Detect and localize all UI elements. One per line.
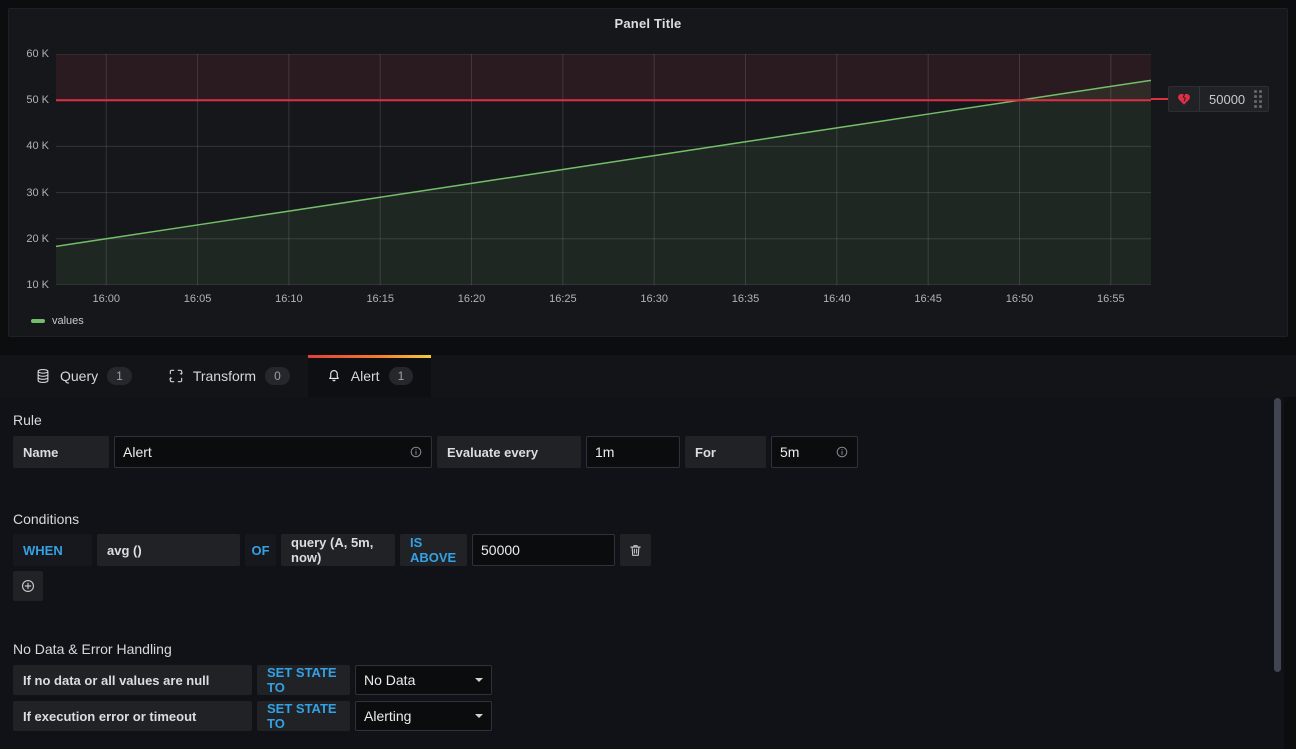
x-axis-label: 16:05	[170, 293, 226, 305]
y-axis-label: 10 K	[9, 279, 49, 291]
vertical-scrollbar[interactable]	[1274, 398, 1281, 672]
legend-item-values[interactable]: values	[31, 315, 84, 327]
legend-label: values	[52, 315, 84, 327]
error-condition-label: If execution error or timeout	[13, 701, 252, 731]
error-row: If execution error or timeout SET STATE …	[13, 701, 1284, 731]
caret-down-icon	[475, 714, 483, 718]
x-axis-label: 16:40	[809, 293, 865, 305]
for-input[interactable]: 5m	[771, 436, 858, 468]
y-axis-label: 40 K	[9, 140, 49, 152]
threshold-value-label: 50000	[1200, 87, 1254, 111]
caret-down-icon	[475, 678, 483, 682]
x-axis-label: 16:55	[1083, 293, 1139, 305]
alert-tab-content: Rule Name Alert Evaluate every 1m For 5m…	[0, 397, 1284, 749]
tab-query-count: 1	[107, 367, 132, 385]
editor-tab-bar: Query 1 Transform 0 Alert 1	[0, 355, 1296, 397]
condition-evaluator-segment[interactable]: IS ABOVE	[400, 534, 467, 566]
tab-alert[interactable]: Alert 1	[308, 355, 431, 397]
timeseries-chart	[56, 54, 1151, 285]
x-axis-label: 16:00	[78, 293, 134, 305]
error-state-select[interactable]: Alerting	[355, 701, 492, 731]
condition-when-segment[interactable]: WHEN	[13, 534, 92, 566]
x-axis-label: 16:35	[718, 293, 774, 305]
tab-transform-label: Transform	[193, 368, 256, 384]
y-axis-label: 60 K	[9, 48, 49, 60]
condition-of-segment[interactable]: OF	[245, 534, 276, 566]
tab-query[interactable]: Query 1	[17, 355, 150, 397]
x-axis-label: 16:20	[444, 293, 500, 305]
x-axis-label: 16:10	[261, 293, 317, 305]
evaluate-every-input[interactable]: 1m	[586, 436, 680, 468]
bell-icon	[326, 368, 342, 384]
chart-area: 10 K 20 K 30 K 40 K 50 K 60 K 16:00 16:05 16:10 1…	[9, 9, 1287, 336]
x-axis-label: 16:30	[626, 293, 682, 305]
y-axis-label: 50 K	[9, 94, 49, 106]
timeseries-panel: Panel Title 10 K20 K30 K40 K50 K60 K16:0…	[8, 8, 1288, 337]
nodata-set-state-segment[interactable]: SET STATE TO	[257, 665, 350, 695]
tab-alert-label: Alert	[351, 368, 380, 384]
heart-break-icon	[1169, 87, 1200, 111]
nodata-condition-label: If no data or all values are null	[13, 665, 252, 695]
info-icon	[409, 445, 423, 459]
tab-transform[interactable]: Transform 0	[150, 355, 308, 397]
rule-section-header: Rule	[13, 412, 1284, 428]
tab-transform-count: 0	[265, 367, 290, 385]
evaluate-every-label: Evaluate every	[437, 436, 581, 468]
threshold-badge[interactable]: 50000	[1168, 86, 1269, 112]
condition-query-segment[interactable]: query (A, 5m, now)	[281, 534, 395, 566]
nodata-section-header: No Data & Error Handling	[13, 641, 1284, 657]
condition-row: WHEN avg () OF query (A, 5m, now) IS ABO…	[13, 534, 1284, 566]
database-icon	[35, 368, 51, 384]
rule-name-input[interactable]: Alert	[114, 436, 432, 468]
delete-condition-button[interactable]	[620, 534, 651, 566]
add-condition-button[interactable]	[13, 571, 43, 601]
x-axis-label: 16:50	[991, 293, 1047, 305]
drag-handle-icon[interactable]	[1254, 87, 1268, 111]
process-icon	[168, 368, 184, 384]
name-label: Name	[13, 436, 109, 468]
trash-icon	[628, 543, 643, 558]
tab-alert-count: 1	[389, 367, 414, 385]
legend-color-dash	[31, 319, 45, 323]
x-axis-label: 16:15	[352, 293, 408, 305]
y-axis-label: 20 K	[9, 233, 49, 245]
condition-threshold-input[interactable]: 50000	[472, 534, 615, 566]
x-axis-label: 16:25	[535, 293, 591, 305]
info-icon	[835, 445, 849, 459]
y-axis-label: 30 K	[9, 187, 49, 199]
rule-row: Name Alert Evaluate every 1m For 5m	[13, 436, 1284, 468]
circle-plus-icon	[20, 578, 36, 594]
conditions-section-header: Conditions	[13, 511, 1284, 527]
for-label: For	[685, 436, 766, 468]
x-axis-label: 16:45	[900, 293, 956, 305]
tab-query-label: Query	[60, 368, 98, 384]
error-set-state-segment[interactable]: SET STATE TO	[257, 701, 350, 731]
nodata-row: If no data or all values are null SET ST…	[13, 665, 1284, 695]
condition-aggregation-segment[interactable]: avg ()	[97, 534, 240, 566]
threshold-connector-line	[1151, 98, 1168, 100]
nodata-state-select[interactable]: No Data	[355, 665, 492, 695]
